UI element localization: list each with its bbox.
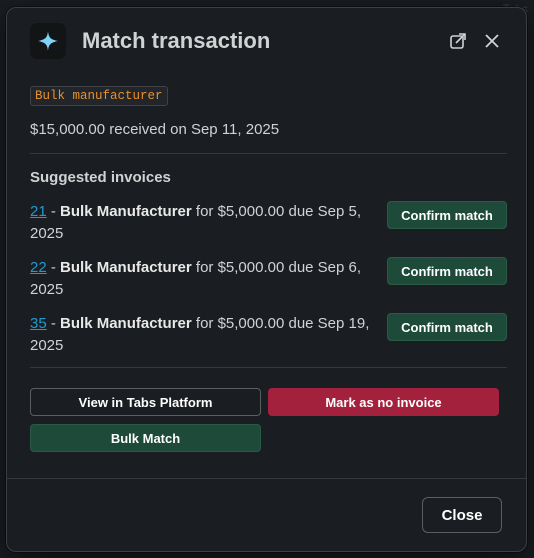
vendor-tag: Bulk manufacturer xyxy=(30,86,168,106)
invoice-vendor: Bulk Manufacturer xyxy=(60,259,192,276)
dialog-header: Match transaction xyxy=(7,8,526,76)
separator: - xyxy=(46,259,61,276)
separator: - xyxy=(46,315,61,332)
match-transaction-dialog: Match transaction Bulk manufacturer $15,… xyxy=(6,7,527,552)
invoice-vendor: Bulk Manufacturer xyxy=(60,315,192,332)
dialog-title: Match transaction xyxy=(82,28,271,53)
footer-divider xyxy=(7,478,526,479)
invoice-link[interactable]: 21 xyxy=(30,203,47,220)
close-button[interactable]: Close xyxy=(422,497,502,533)
bulk-match-button[interactable]: Bulk Match xyxy=(30,424,261,452)
invoice-link[interactable]: 22 xyxy=(30,259,47,276)
confirm-match-button[interactable]: Confirm match xyxy=(387,201,507,229)
invoice-description: 21 - Bulk Manufacturer for $5,000.00 due… xyxy=(30,201,370,245)
invoice-description: 35 - Bulk Manufacturer for $5,000.00 due… xyxy=(30,313,370,357)
open-in-new-icon[interactable] xyxy=(447,30,469,52)
invoice-description: 22 - Bulk Manufacturer for $5,000.00 due… xyxy=(30,257,370,301)
invoice-row: 21 - Bulk Manufacturer for $5,000.00 due… xyxy=(30,201,507,249)
invoice-row: 22 - Bulk Manufacturer for $5,000.00 due… xyxy=(30,257,507,305)
mark-as-no-invoice-button[interactable]: Mark as no invoice xyxy=(268,388,499,416)
sparkle-icon xyxy=(30,23,66,59)
close-icon[interactable] xyxy=(481,30,503,52)
divider xyxy=(30,153,507,154)
confirm-match-button[interactable]: Confirm match xyxy=(387,313,507,341)
invoice-link[interactable]: 35 xyxy=(30,315,47,332)
suggested-invoices-heading: Suggested invoices xyxy=(30,169,171,186)
view-in-tabs-platform-button[interactable]: View in Tabs Platform xyxy=(30,388,261,416)
invoice-vendor: Bulk Manufacturer xyxy=(60,203,192,220)
received-amount-text: $15,000.00 received on Sep 11, 2025 xyxy=(30,121,280,138)
confirm-match-button[interactable]: Confirm match xyxy=(387,257,507,285)
separator: - xyxy=(46,203,61,220)
invoice-row: 35 - Bulk Manufacturer for $5,000.00 due… xyxy=(30,313,507,361)
divider xyxy=(30,367,507,368)
